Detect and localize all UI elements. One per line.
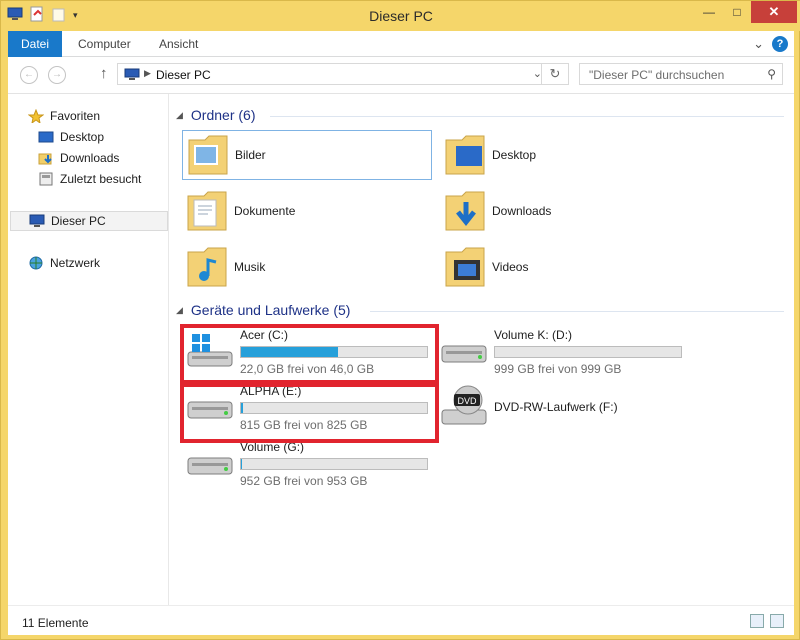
drive-usage-bar xyxy=(494,346,682,358)
drive-free-space: 952 GB frei von 953 GB xyxy=(240,474,368,488)
recent-places-icon xyxy=(38,172,54,186)
view-buttons xyxy=(750,614,784,628)
address-bar[interactable]: ▶ Dieser PC ⌄ xyxy=(117,63,549,85)
item-count: 11 Elemente xyxy=(22,616,89,630)
drive-tile-d[interactable]: Volume K: (D:) 999 GB frei von 999 GB xyxy=(436,324,686,380)
highlight-box-c xyxy=(180,324,439,384)
folder-label: Musik xyxy=(234,260,266,274)
network-icon xyxy=(28,256,44,270)
group-divider xyxy=(270,116,784,117)
folder-label: Desktop xyxy=(492,148,537,162)
sidebar-item-favoriten[interactable]: Favoriten xyxy=(27,106,186,126)
ribbon-controls: ⌄ ? xyxy=(753,36,788,52)
highlight-box-e xyxy=(180,383,439,443)
maximize-button[interactable]: □ xyxy=(723,1,751,23)
search-icon[interactable]: ⚲ xyxy=(767,67,776,81)
drive-free-space: 999 GB frei von 999 GB xyxy=(494,362,622,376)
breadcrumb[interactable]: Dieser PC xyxy=(156,68,211,82)
desktop-icon xyxy=(38,130,54,144)
explorer-window: ▾ Dieser PC — □ ✕ Datei Computer Ansicht… xyxy=(0,0,800,640)
music-folder-icon xyxy=(186,244,228,291)
close-button[interactable]: ✕ xyxy=(751,1,797,23)
computer-icon xyxy=(124,67,140,85)
status-bar: 11 Elemente xyxy=(8,605,794,635)
folder-label: Videos xyxy=(492,260,529,274)
group-title: Geräte und Laufwerke (5) xyxy=(190,302,351,318)
sidebar-item-label: Desktop xyxy=(60,130,105,144)
drive-tile-g[interactable]: Volume (G:) 952 GB frei von 953 GB xyxy=(182,436,432,492)
videos-folder-icon xyxy=(444,244,486,291)
star-icon xyxy=(27,108,45,125)
folder-label: Dokumente xyxy=(234,204,296,218)
sidebar-item-label: Favoriten xyxy=(50,109,101,123)
search-placeholder: "Dieser PC" durchsuchen xyxy=(589,68,725,82)
main-pane: ◢ Ordner (6) Bilder Desktop Dokumente Do… xyxy=(170,94,794,606)
back-button[interactable]: ← xyxy=(20,66,38,84)
computer-icon xyxy=(29,214,45,228)
group-header-geraete[interactable]: ◢ Geräte und Laufwerke (5) xyxy=(176,302,350,318)
refresh-button[interactable]: ↻ xyxy=(541,63,569,85)
minimize-button[interactable]: — xyxy=(695,1,723,23)
collapse-chevron-icon[interactable]: ◢ xyxy=(176,305,183,316)
tab-ansicht[interactable]: Ansicht xyxy=(146,31,211,57)
drive-name: Volume K: (D:) xyxy=(494,328,573,342)
sidebar-item-label: Dieser PC xyxy=(51,214,106,228)
tiles-view-icon[interactable] xyxy=(770,614,784,628)
group-title: Ordner (6) xyxy=(190,107,256,123)
folder-tile-videos[interactable]: Videos xyxy=(440,242,690,292)
drive-name: DVD-RW-Laufwerk (F:) xyxy=(494,400,618,414)
title-bar: ▾ Dieser PC — □ ✕ xyxy=(1,1,800,31)
folder-tile-musik[interactable]: Musik xyxy=(182,242,432,292)
folder-label: Downloads xyxy=(492,204,552,218)
breadcrumb-separator-icon[interactable]: ▶ xyxy=(144,68,151,79)
folder-tile-bilder[interactable]: Bilder xyxy=(182,130,432,180)
tab-datei[interactable]: Datei xyxy=(8,31,63,57)
pictures-folder-icon xyxy=(187,132,229,179)
sidebar-item-label: Zuletzt besucht xyxy=(60,172,142,186)
up-button[interactable]: ↑ xyxy=(100,65,108,82)
drive-tile-f[interactable]: DVD DVD-RW-Laufwerk (F:) xyxy=(436,380,686,436)
window-title: Dieser PC xyxy=(369,8,433,24)
window-controls: — □ ✕ xyxy=(695,1,797,23)
sidebar-item-dieser-pc[interactable]: Dieser PC xyxy=(10,211,168,231)
expand-ribbon-icon[interactable]: ⌄ xyxy=(753,36,764,52)
details-view-icon[interactable] xyxy=(750,614,764,628)
address-row: ← → ↑ ▶ Dieser PC ⌄ ↻ "Dieser PC" durchs… xyxy=(8,57,794,93)
drive-usage-bar xyxy=(240,458,428,470)
dvd-drive-icon: DVD xyxy=(440,384,488,433)
sidebar-item-label: Netzwerk xyxy=(50,256,101,270)
folder-tile-downloads[interactable]: Downloads xyxy=(440,186,690,236)
hard-drive-icon xyxy=(440,342,488,369)
group-header-ordner[interactable]: ◢ Ordner (6) xyxy=(176,107,256,123)
hard-drive-icon xyxy=(186,454,234,481)
sidebar-item-label: Downloads xyxy=(60,151,120,165)
group-divider xyxy=(370,311,784,312)
downloads-icon xyxy=(38,151,54,165)
folder-tile-dokumente[interactable]: Dokumente xyxy=(182,186,432,236)
svg-text:DVD: DVD xyxy=(457,396,477,406)
sidebar-item-netzwerk[interactable]: Netzwerk xyxy=(28,253,186,273)
content-area: Favoriten Desktop Downloads Zuletzt besu… xyxy=(8,93,794,606)
downloads-folder-icon xyxy=(444,188,486,235)
help-icon[interactable]: ? xyxy=(772,36,788,52)
desktop-folder-icon xyxy=(444,132,486,179)
forward-button[interactable]: → xyxy=(48,66,66,84)
tab-computer[interactable]: Computer xyxy=(65,31,144,57)
documents-folder-icon xyxy=(186,188,228,235)
search-input[interactable]: "Dieser PC" durchsuchen ⚲ xyxy=(579,63,783,85)
folder-label: Bilder xyxy=(235,148,266,162)
ribbon-tabs: Datei Computer Ansicht ⌄ ? xyxy=(8,31,794,57)
folder-tile-desktop[interactable]: Desktop xyxy=(440,130,690,180)
navigation-pane: Favoriten Desktop Downloads Zuletzt besu… xyxy=(8,94,169,606)
collapse-chevron-icon[interactable]: ◢ xyxy=(176,110,183,121)
